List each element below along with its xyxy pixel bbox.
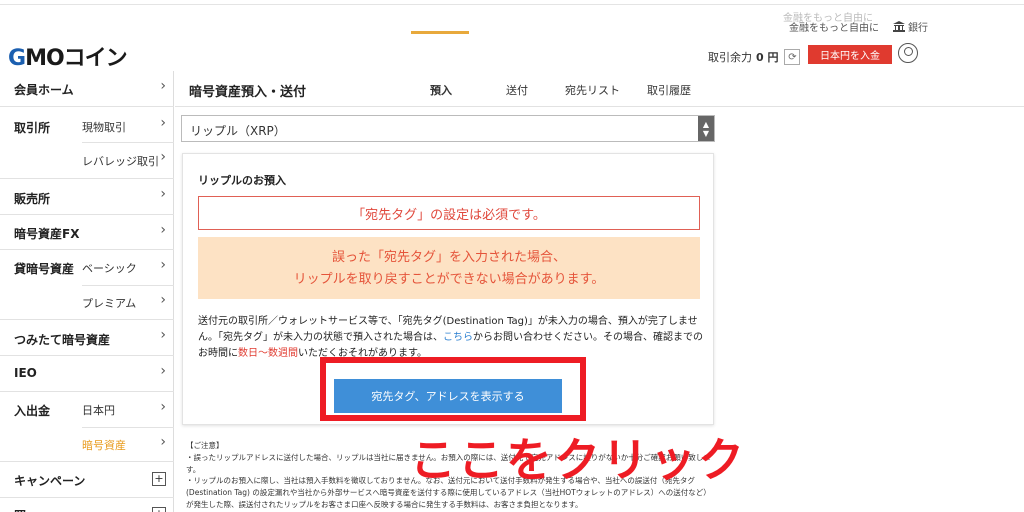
chevron-right-icon[interactable]: ›: [160, 434, 166, 450]
chevron-right-icon: ›: [160, 78, 166, 94]
caution-line: 誤った「宛先タグ」を入力された場合、: [331, 250, 566, 265]
highlight-box: [320, 357, 586, 421]
top-strip: 金融をもっと自由に 金融をもっと自由に 銀行: [0, 0, 1024, 38]
chevron-right-icon[interactable]: ›: [160, 149, 166, 165]
sidebar-item-label: 照: [14, 507, 26, 512]
sidebar-item-label: キャンペーン: [14, 474, 86, 488]
page-title: 暗号資産預入・送付: [189, 85, 307, 100]
balance-label: 取引余力: [708, 51, 752, 64]
sidebar-item-crypto[interactable]: 暗号資産: [82, 437, 126, 453]
sidebar-item-member-home[interactable]: 会員ホーム ›: [0, 71, 174, 107]
asset-select-value: リップル（XRP）: [190, 124, 286, 138]
logo-prefix: G: [8, 46, 26, 71]
chevron-right-icon: ›: [160, 222, 166, 238]
dropdown-arrow-icon[interactable]: ▲ ▼: [698, 116, 714, 141]
logo-text: MOコイン: [25, 46, 128, 71]
sidebar-item-basic[interactable]: ベーシック: [82, 260, 137, 276]
sidebar-item-premium[interactable]: プレミアム: [82, 295, 136, 311]
sidebar-item-label: IEO: [14, 366, 37, 380]
sidebar-item-retail[interactable]: 販売所 ›: [0, 179, 174, 215]
tab-deposit[interactable]: 預入: [430, 82, 452, 98]
divider: [82, 427, 174, 428]
tab-send[interactable]: 送付: [506, 82, 528, 98]
sidebar-item-label: 取引所: [14, 121, 51, 135]
bank-icon: [893, 21, 905, 32]
divider: [82, 142, 174, 143]
plus-icon[interactable]: +: [152, 472, 166, 486]
top-divider: [0, 4, 1024, 5]
bank-link[interactable]: 銀行: [893, 19, 928, 34]
chevron-right-icon: ›: [160, 327, 166, 343]
deposit-jpy-button[interactable]: 日本円を入金: [808, 45, 892, 64]
active-tab-indicator: [411, 31, 469, 34]
sidebar-group-lending: 貸暗号資産 ベーシック › プレミアム ›: [0, 250, 174, 320]
desc-emphasis: 数日～数週間: [238, 348, 298, 359]
sidebar-item-spot-trading[interactable]: 現物取引: [82, 119, 126, 135]
asset-select[interactable]: リップル（XRP） ▲ ▼: [181, 115, 715, 142]
sidebar-item-label: 暗号資産FX: [14, 227, 80, 241]
sidebar-item-ieo[interactable]: IEO ›: [0, 356, 174, 392]
tab-history[interactable]: 取引履歴: [647, 82, 691, 98]
sidebar-item-leverage-trading[interactable]: レバレッジ取引: [82, 153, 159, 169]
tab-address-list[interactable]: 宛先リスト: [565, 82, 620, 98]
chevron-right-icon[interactable]: ›: [160, 399, 166, 415]
sidebar-item-label: つみたて暗号資産: [14, 333, 111, 347]
card-title: リップルのお預入: [198, 174, 286, 187]
click-here-annotation: ここをクリック: [410, 433, 746, 487]
chevron-right-icon: ›: [160, 186, 166, 202]
bank-label: 銀行: [908, 23, 928, 34]
gmo-coin-logo[interactable]: GMOコイン: [8, 40, 128, 72]
chevron-right-icon: ›: [160, 363, 166, 379]
destination-tag-required-notice: 「宛先タグ」の設定は必須です。: [198, 196, 700, 230]
header: GMOコイン 取引余力 0 円 ⟳ 日本円を入金: [0, 38, 1024, 72]
plus-icon[interactable]: +: [152, 507, 166, 512]
sidebar-item-crypto-fx[interactable]: 暗号資産FX ›: [0, 215, 174, 250]
refresh-icon[interactable]: ⟳: [784, 49, 801, 65]
sidebar-item-partial[interactable]: 照 +: [0, 498, 174, 512]
account-icon[interactable]: [898, 43, 918, 63]
top-links: 金融をもっと自由に 金融をもっと自由に 銀行: [783, 13, 928, 34]
top-ghost-text: 金融をもっと自由に: [783, 13, 873, 24]
chevron-right-icon[interactable]: ›: [160, 257, 166, 273]
caution-line: リップルを取り戻すことができない場合があります。: [293, 272, 605, 287]
sidebar: 会員ホーム › 取引所 現物取引 › レバレッジ取引 › 販売所 › 暗号資産F…: [0, 71, 174, 512]
sidebar-item-label: 入出金: [14, 404, 51, 418]
sidebar-item-jpy[interactable]: 日本円: [82, 402, 115, 418]
sidebar-item-tsumitate[interactable]: つみたて暗号資産 ›: [0, 320, 174, 356]
sidebar-item-campaign[interactable]: キャンペーン +: [0, 462, 174, 498]
sidebar-group-exchange: 取引所 現物取引 › レバレッジ取引 ›: [0, 107, 174, 179]
sidebar-group-deposit-withdraw: 入出金 日本円 › 暗号資産 ›: [0, 392, 174, 462]
chevron-right-icon[interactable]: ›: [160, 292, 166, 308]
divider: [82, 285, 174, 286]
deposit-description: 送付元の取引所／ウォレットサービス等で、「宛先タグ(Destination Ta…: [198, 314, 704, 362]
sidebar-item-label: 会員ホーム: [14, 83, 74, 97]
chevron-right-icon[interactable]: ›: [160, 115, 166, 131]
sidebar-item-label: 貸暗号資産: [14, 262, 75, 276]
page-header: 暗号資産預入・送付 預入 送付 宛先リスト 取引履歴: [175, 71, 1024, 107]
contact-link[interactable]: こちら: [443, 332, 473, 343]
balance: 取引余力 0 円 ⟳: [708, 49, 801, 65]
sidebar-item-label: 販売所: [14, 192, 51, 206]
caution-box: 誤った「宛先タグ」を入力された場合、 リップルを取り戻すことができない場合があり…: [198, 237, 700, 299]
balance-value: 0 円: [756, 51, 779, 64]
